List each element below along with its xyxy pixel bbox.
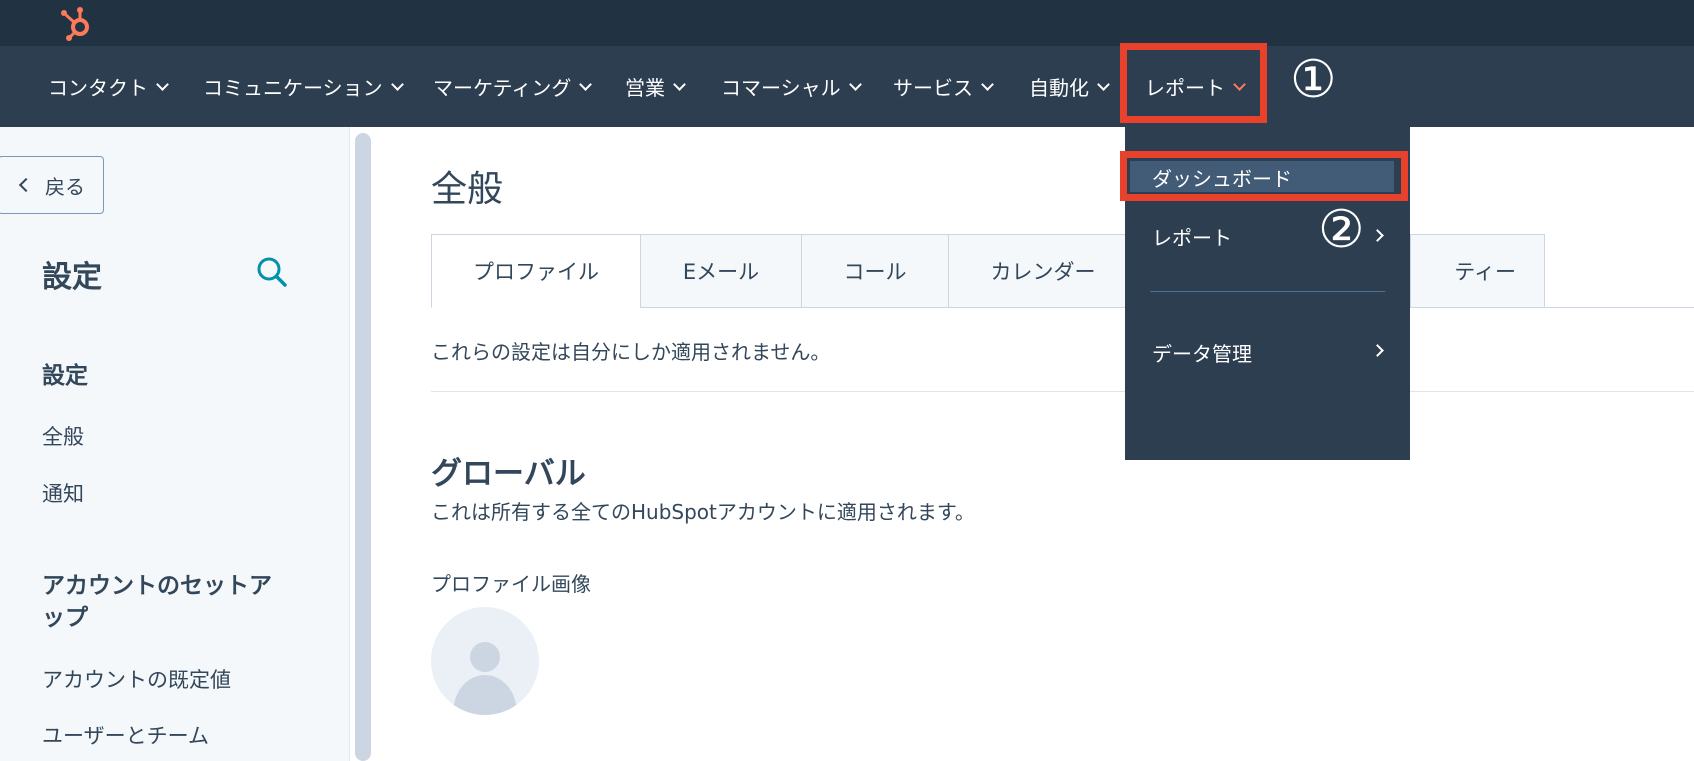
nav-item-communication[interactable]: コミュニケーション <box>203 46 404 127</box>
sidebar-title: 設定 <box>42 260 102 295</box>
nav-item-label: コミュニケーション <box>203 76 383 100</box>
annotation-step1: ① <box>1290 50 1337 110</box>
profile-image-label: プロファイル画像 <box>431 572 591 596</box>
nav-item-commercial[interactable]: コマーシャル <box>721 46 862 127</box>
nav-item-automation[interactable]: 自動化 <box>1029 46 1110 127</box>
chevron-down-icon <box>390 77 404 91</box>
dropdown-separator <box>1150 291 1385 292</box>
tab-partial[interactable]: ティー <box>1410 234 1545 308</box>
user-placeholder-icon <box>453 642 517 715</box>
dropdown-item-reports[interactable]: レポート <box>1152 222 1232 251</box>
sidebar-item-notifications[interactable]: 通知 <box>42 478 84 508</box>
sidebar-section-heading-line: アカウントのセットア <box>42 573 272 599</box>
top-bar <box>0 0 1694 46</box>
chevron-down-icon <box>156 77 169 91</box>
annotation-box-reports <box>1120 43 1267 123</box>
scrollbar-thumb[interactable] <box>355 133 371 761</box>
tab-profile[interactable]: プロファイル <box>431 234 641 308</box>
avatar[interactable] <box>431 607 539 715</box>
section-divider <box>431 391 1694 392</box>
nav-item-sales[interactable]: 営業 <box>625 46 686 127</box>
sidebar-section-heading-line: ップ <box>42 605 88 631</box>
annotation-step2: ② <box>1318 200 1365 260</box>
nav-item-marketing[interactable]: マーケティング <box>433 46 593 127</box>
nav-item-label: 自動化 <box>1029 76 1089 100</box>
nav-item-label: コンタクト <box>48 76 148 100</box>
tab-email[interactable]: Eメール <box>640 234 802 308</box>
section-description: これは所有する全てのHubSpotアカウントに適用されます。 <box>431 500 975 524</box>
hubspot-logo-icon[interactable] <box>58 4 98 44</box>
main-nav: コンタクト コミュニケーション マーケティング 営業 コマーシャル サービス 自… <box>0 46 1694 127</box>
tab-calls[interactable]: コール <box>801 234 949 308</box>
nav-item-contacts[interactable]: コンタクト <box>48 46 169 127</box>
section-heading-global: グローバル <box>431 456 586 492</box>
sidebar-section-heading: 設定 <box>42 363 88 389</box>
nav-item-label: マーケティング <box>433 76 572 100</box>
sidebar-section-heading-account-setup: アカウントのセットア ップ <box>42 570 272 634</box>
chevron-down-icon <box>1097 77 1110 91</box>
chevron-down-icon <box>981 77 994 91</box>
chevron-down-icon <box>848 77 862 91</box>
chevron-left-icon <box>18 177 34 193</box>
nav-item-service[interactable]: サービス <box>893 46 994 127</box>
tab-description: これらの設定は自分にしか適用されません。 <box>431 340 831 364</box>
nav-item-label: 営業 <box>625 76 665 100</box>
chevron-down-icon <box>579 77 593 91</box>
dropdown-item-data-management[interactable]: データ管理 <box>1152 338 1252 367</box>
back-button-label: 戻る <box>45 174 85 199</box>
page-title: 全般 <box>431 169 504 210</box>
chevron-down-icon <box>673 77 686 91</box>
nav-item-label: サービス <box>893 76 973 100</box>
tab-calendar[interactable]: カレンダー <box>948 234 1138 308</box>
nav-item-label: コマーシャル <box>721 76 841 100</box>
search-icon[interactable] <box>256 256 288 288</box>
back-button[interactable]: 戻る <box>0 156 104 214</box>
annotation-box-dashboards <box>1120 151 1408 201</box>
sidebar-item-account-defaults[interactable]: アカウントの既定値 <box>42 664 231 694</box>
sidebar-item-users-teams[interactable]: ユーザーとチーム <box>42 720 209 750</box>
sidebar-item-general[interactable]: 全般 <box>42 421 84 451</box>
